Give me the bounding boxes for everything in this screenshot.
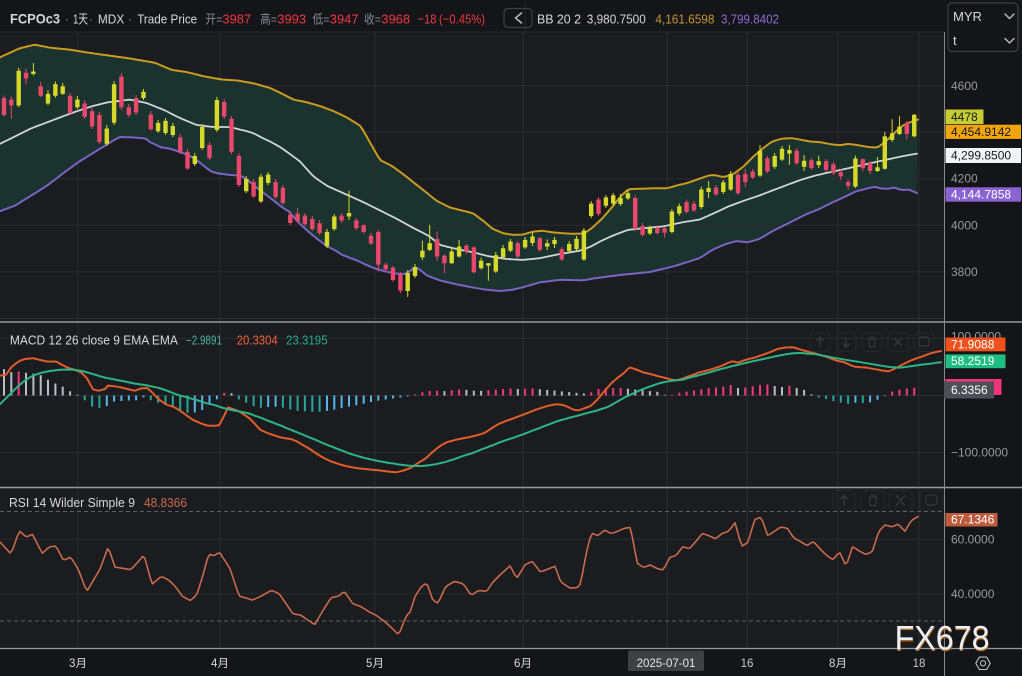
svg-text:·: ·	[65, 12, 70, 27]
svg-text:·: ·	[89, 12, 94, 27]
svg-text:收=: 收=	[364, 13, 381, 27]
svg-text:16: 16	[741, 658, 754, 670]
svg-text:−100.0000: −100.0000	[951, 446, 1008, 460]
svg-text:2025-07-01: 2025-07-01	[637, 658, 696, 670]
svg-text:4月: 4月	[211, 658, 229, 670]
svg-text:4478: 4478	[951, 110, 978, 124]
svg-text:MACD 12 26 close 9 EMA EMA: MACD 12 26 close 9 EMA EMA	[10, 333, 178, 348]
svg-text:3800: 3800	[951, 265, 978, 279]
svg-text:5月: 5月	[366, 658, 384, 670]
svg-text:t: t	[953, 33, 957, 48]
svg-text:4200: 4200	[951, 172, 978, 186]
svg-text:4,144.7858: 4,144.7858	[951, 188, 1011, 202]
svg-text:−2.9891: −2.9891	[186, 334, 222, 348]
svg-text:3月: 3月	[69, 658, 87, 670]
svg-text:MDX: MDX	[98, 12, 125, 27]
svg-text:开=: 开=	[205, 13, 222, 27]
svg-text:4600: 4600	[951, 79, 978, 93]
svg-text:4000: 4000	[951, 218, 978, 232]
svg-text:60.0000: 60.0000	[951, 532, 995, 546]
svg-text:8月: 8月	[829, 658, 847, 670]
svg-text:(−0.45%): (−0.45%)	[439, 12, 485, 27]
svg-text:RSI 14 Wilder Simple 9: RSI 14 Wilder Simple 9	[9, 495, 135, 510]
svg-text:高=: 高=	[260, 12, 277, 27]
svg-text:3993: 3993	[277, 12, 306, 27]
svg-text:71.9088: 71.9088	[951, 337, 995, 351]
svg-text:4,454.9142: 4,454.9142	[951, 125, 1011, 139]
svg-text:67.1346: 67.1346	[951, 513, 995, 527]
svg-text:3947: 3947	[330, 12, 359, 27]
svg-text:58.2519: 58.2519	[951, 354, 995, 368]
svg-text:BB 20 2: BB 20 2	[537, 12, 581, 27]
svg-text:20.3304: 20.3304	[237, 334, 278, 348]
svg-text:48.8366: 48.8366	[144, 496, 187, 510]
svg-text:低=: 低=	[313, 13, 330, 27]
svg-text:MYR: MYR	[953, 9, 982, 24]
svg-text:4,161.6598: 4,161.6598	[655, 12, 714, 27]
svg-text:4,299.8500: 4,299.8500	[951, 149, 1011, 163]
svg-text:6月: 6月	[514, 658, 532, 670]
svg-text:−18: −18	[418, 12, 437, 27]
svg-text:18: 18	[913, 658, 926, 670]
svg-text:3,980.7500: 3,980.7500	[587, 12, 646, 27]
svg-text:1天: 1天	[73, 12, 88, 27]
svg-text:Trade Price: Trade Price	[137, 12, 197, 27]
svg-text:3968: 3968	[381, 12, 410, 27]
svg-text:6.3356: 6.3356	[951, 383, 988, 397]
svg-text:·: ·	[128, 12, 133, 27]
svg-text:FX678: FX678	[895, 620, 990, 658]
svg-text:FCPOc3: FCPOc3	[10, 12, 60, 27]
svg-text:40.0000: 40.0000	[951, 587, 995, 601]
svg-text:3,799.8402: 3,799.8402	[721, 12, 779, 27]
svg-text:23.3195: 23.3195	[286, 334, 328, 348]
svg-text:3987: 3987	[222, 12, 251, 27]
